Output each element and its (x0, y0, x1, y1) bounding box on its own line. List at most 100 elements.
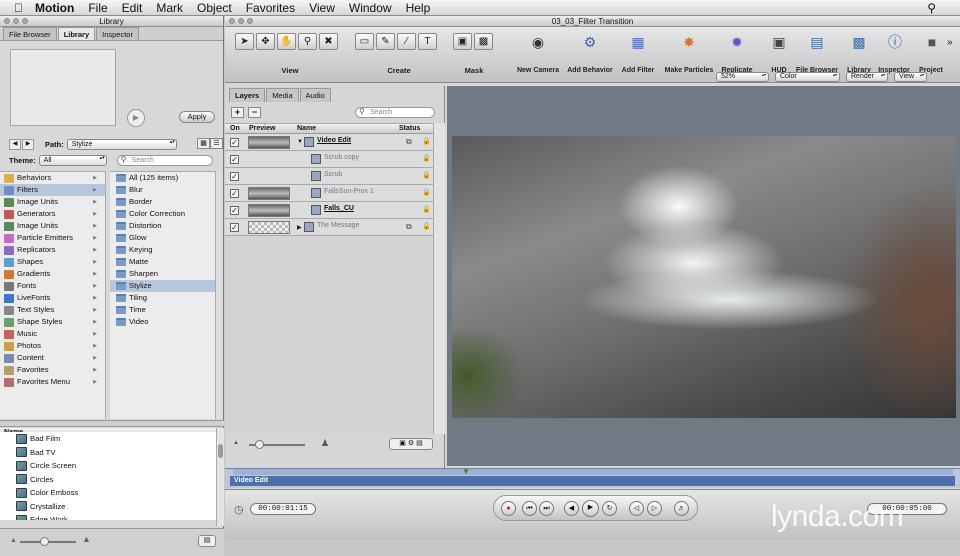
library-scrollbar[interactable] (215, 171, 223, 419)
layer-name[interactable]: Video Edit (317, 137, 351, 144)
audio-button[interactable]: ♬ (674, 501, 689, 516)
subcategory-item[interactable]: Blur (110, 184, 215, 196)
header-status[interactable]: Status (399, 124, 420, 134)
layer-row[interactable]: ✓ Falls_CU 🔒 (225, 202, 433, 219)
tab-audio[interactable]: Audio (299, 88, 331, 102)
file-list-scrollbar[interactable] (216, 428, 224, 526)
hud-icon[interactable]: ▣ (767, 33, 791, 51)
color-popup[interactable]: Color (775, 72, 840, 82)
icon-view-icon[interactable]: ▦ (197, 138, 210, 149)
menu-window[interactable]: Window (349, 1, 392, 15)
step-frame-forward-button[interactable]: ▷ (647, 501, 662, 516)
zoom-tool-icon[interactable]: ⚲ (298, 33, 317, 50)
layer-name[interactable]: The Message (317, 222, 359, 229)
forward-icon[interactable]: ▶ (22, 138, 34, 150)
rect-mask-tool-icon[interactable]: ▣ (453, 33, 472, 50)
library-icon[interactable]: ▩ (847, 33, 871, 51)
category-item[interactable]: Favorites Menu (0, 376, 105, 388)
layer-visibility-checkbox[interactable]: ✓ (230, 223, 239, 232)
subcategory-item[interactable]: Border (110, 196, 215, 208)
text-tool-icon[interactable]: T (418, 33, 437, 50)
layer-status-icon[interactable]: ⧉ (406, 222, 412, 232)
adjust-tool-icon[interactable]: ✥ (256, 33, 275, 50)
category-item[interactable]: Favorites (0, 364, 105, 376)
theme-popup[interactable]: All (38, 154, 107, 166)
loop-button[interactable]: ↻ (602, 501, 617, 516)
subcategory-item[interactable]: Distortion (110, 220, 215, 232)
category-item[interactable]: Behaviors (0, 172, 105, 184)
lock-icon[interactable]: 🔒 (422, 188, 431, 196)
current-time-field[interactable]: 00:00:01:15 (250, 503, 316, 515)
layer-visibility-checkbox[interactable]: ✓ (230, 172, 239, 181)
menu-view[interactable]: View (309, 1, 335, 15)
layer-visibility-checkbox[interactable]: ✓ (230, 138, 239, 147)
add-layer-button[interactable]: + (231, 106, 244, 118)
filter-item[interactable]: Circle Screen (0, 459, 216, 473)
replicate-icon[interactable]: ✹ (725, 33, 749, 51)
header-preview[interactable]: Preview (249, 124, 275, 134)
lock-icon[interactable]: 🔒 (422, 137, 431, 145)
disclosure-triangle-icon[interactable]: ▼ (297, 139, 303, 145)
category-item[interactable]: Shape Styles (0, 316, 105, 328)
main-zoom-icon[interactable] (247, 18, 253, 24)
file-browser-icon[interactable]: ▤ (805, 33, 829, 51)
inspector-icon[interactable]: ⓘ (883, 33, 907, 51)
list-view-icon[interactable]: ☰ (210, 138, 223, 149)
layer-name[interactable]: Scrub copy (324, 154, 359, 161)
project-icon[interactable]: ■ (920, 33, 944, 51)
main-close-icon[interactable] (229, 18, 235, 24)
pan-tool-icon[interactable]: ✋ (277, 33, 296, 50)
row-size-knob[interactable] (255, 440, 264, 449)
layer-row[interactable]: ✓ FallsSun-Prox 1 🔒 (225, 185, 433, 202)
menu-app[interactable]: Motion (35, 1, 74, 15)
lock-icon[interactable]: 🔒 (422, 171, 431, 179)
step-back-button[interactable]: ◀ (564, 501, 579, 516)
timeline-ruler[interactable] (233, 469, 953, 475)
disclosure-triangle-icon[interactable]: ▶ (297, 224, 302, 231)
category-item[interactable]: Music (0, 328, 105, 340)
main-minimize-icon[interactable] (238, 18, 244, 24)
layer-name[interactable]: Scrub (324, 171, 342, 178)
category-item[interactable]: LiveFonts (0, 292, 105, 304)
category-item[interactable]: Fonts (0, 280, 105, 292)
filter-icon[interactable]: ▦ (626, 33, 650, 51)
layer-row[interactable]: ✓ ▶ The Message ⧉ 🔒 (225, 219, 433, 236)
layer-visibility-checkbox[interactable]: ✓ (230, 206, 239, 215)
record-button[interactable]: ● (501, 501, 516, 516)
tab-inspector[interactable]: Inspector (96, 27, 139, 40)
filter-item[interactable]: Bad Film (0, 432, 216, 446)
category-item[interactable]: Image Units (0, 220, 105, 232)
tab-library[interactable]: Library (57, 27, 96, 40)
go-to-start-button[interactable]: ⏮ (522, 501, 537, 516)
layer-row[interactable]: ✓ Scrub 🔒 (225, 168, 433, 185)
play-button[interactable]: ▶ (582, 500, 599, 517)
go-to-end-button[interactable]: ⏭ (539, 501, 554, 516)
subcategory-item[interactable]: Matte (110, 256, 215, 268)
library-search-input[interactable]: Search (116, 154, 213, 166)
subcategory-item[interactable]: Stylize (110, 280, 215, 292)
add-filter-button[interactable]: Add Filter (617, 67, 659, 74)
category-item[interactable]: Photos (0, 340, 105, 352)
filter-item[interactable]: Edge Work (0, 513, 216, 520)
category-item[interactable]: Filters (0, 184, 105, 196)
render-popup[interactable]: Render (846, 72, 888, 82)
layer-name[interactable]: Falls_CU (324, 205, 354, 212)
row-size-slider[interactable] (249, 440, 305, 449)
bezier-tool-icon[interactable]: ✎ (376, 33, 395, 50)
apple-icon[interactable]:  (14, 1, 23, 15)
scroll-thumb[interactable] (218, 444, 223, 458)
zoom-popup[interactable]: 52% (716, 72, 769, 82)
playhead-icon[interactable]: ▼ (462, 467, 470, 476)
particles-icon[interactable]: ✸ (677, 33, 701, 51)
apply-button[interactable]: Apply (179, 111, 215, 123)
layer-name[interactable]: FallsSun-Prox 1 (324, 188, 374, 195)
menu-edit[interactable]: Edit (122, 1, 143, 15)
close-icon[interactable] (4, 18, 10, 24)
lock-icon[interactable]: 🔒 (422, 222, 431, 230)
canvas-image-waterfall[interactable] (452, 136, 956, 418)
make-particles-button[interactable]: Make Particles (663, 67, 715, 74)
menu-help[interactable]: Help (406, 1, 431, 15)
add-behavior-button[interactable]: Add Behavior (565, 67, 615, 74)
category-item[interactable]: Generators (0, 208, 105, 220)
filter-item[interactable]: Color Emboss (0, 486, 216, 500)
